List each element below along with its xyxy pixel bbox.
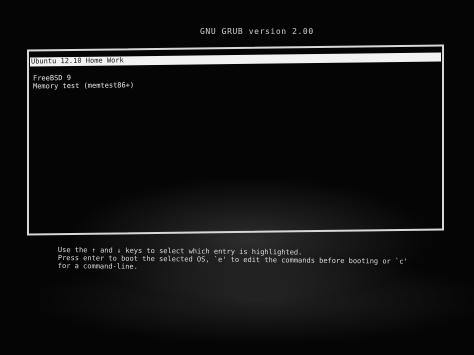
help-text: Use the ↑ and ↓ keys to select which ent…	[58, 246, 408, 274]
boot-entry-memtest[interactable]: Memory test (memtest86+)	[32, 81, 134, 91]
grub-screen: GNU GRUB version 2.00 Ubuntu 12.10 Home …	[0, 0, 474, 355]
boot-entry-ubuntu[interactable]: Ubuntu 12.10 Home Work	[30, 52, 441, 67]
boot-menu: Ubuntu 12.10 Home Work FreeBSD 9 Memory …	[27, 44, 444, 236]
grub-title: GNU GRUB version 2.00	[200, 27, 314, 36]
